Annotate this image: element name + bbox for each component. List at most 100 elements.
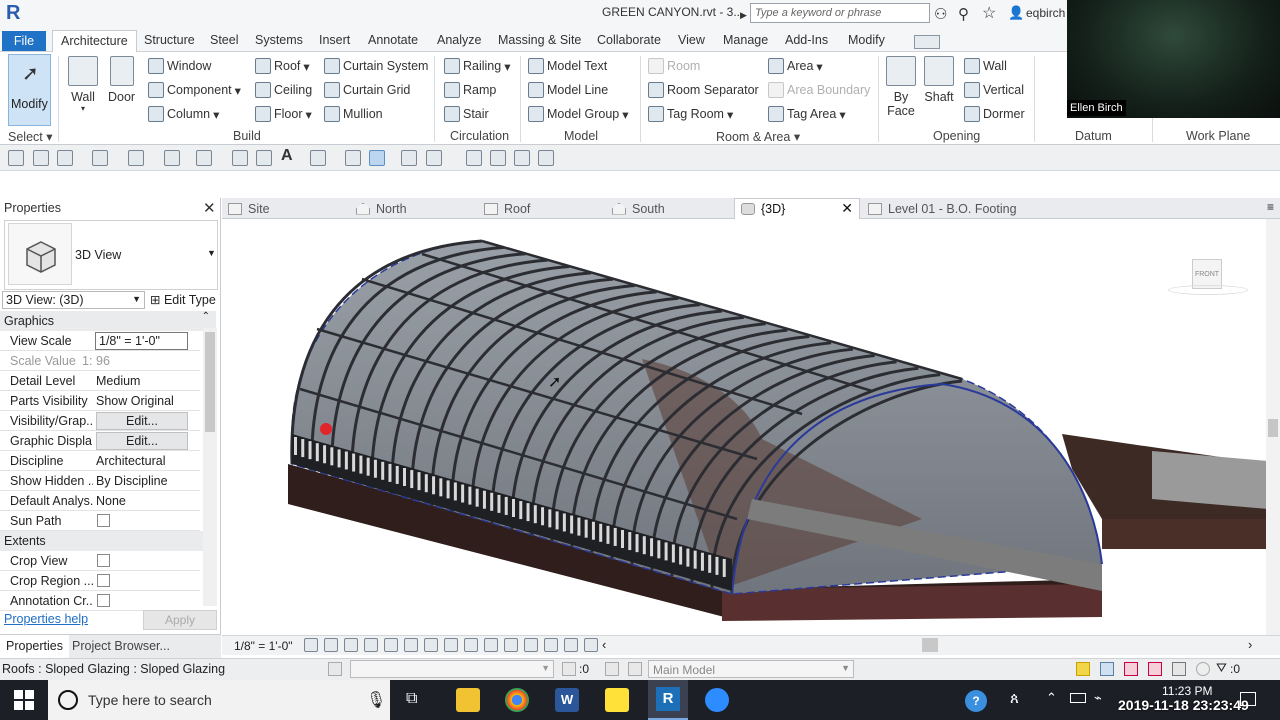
subscription-icon[interactable]: ⚲ — [958, 5, 969, 23]
revit-taskbar-button[interactable]: R — [648, 680, 688, 720]
user-name[interactable]: eqbirch — [1026, 6, 1065, 20]
tab-file[interactable]: File — [2, 31, 46, 51]
microphone-icon[interactable]: 🎙 — [366, 690, 386, 710]
tab-manage[interactable]: Manage — [721, 32, 770, 52]
temporary-view-icon[interactable] — [584, 638, 598, 652]
tab-view[interactable]: View — [676, 32, 707, 52]
editable-only-icon[interactable] — [562, 662, 576, 676]
taskbar-search-box[interactable]: Type here to search 🎙 — [48, 680, 390, 720]
curtain-grid-button[interactable]: Curtain Grid — [324, 80, 410, 100]
3d-view-canvas[interactable]: ➚ FRONT — [222, 219, 1268, 635]
tab-menu-icon[interactable]: ≡ — [1267, 200, 1274, 214]
ribbon-toggle-icon[interactable] — [914, 35, 940, 49]
task-view-icon[interactable]: ⧉ — [406, 690, 417, 708]
show-crop-icon[interactable] — [424, 638, 438, 652]
people-icon[interactable]: ጰ — [1010, 690, 1019, 707]
by-face-button[interactable]: By Face — [886, 56, 916, 118]
scroll-left-icon[interactable]: ‹ — [602, 637, 606, 652]
model-exclude-icon[interactable] — [628, 662, 642, 676]
favorites-star-icon[interactable]: ☆ — [982, 3, 996, 23]
drag-elements-icon[interactable] — [1172, 662, 1186, 676]
grid-icon[interactable] — [490, 150, 506, 166]
property-row[interactable]: View Scale 1/8" = 1'-0" — [0, 331, 200, 351]
binoculars-icon[interactable]: ⚇ — [934, 5, 947, 23]
revit-logo[interactable]: R — [6, 2, 20, 25]
tab-add-ins[interactable]: Add-Ins — [783, 32, 830, 52]
shaft-button[interactable]: Shaft — [924, 56, 954, 104]
room-button[interactable]: Room — [648, 56, 700, 76]
horizontal-scrollbar-thumb[interactable] — [922, 638, 938, 652]
properties-scrollbar[interactable] — [203, 328, 217, 606]
view-tab-level-01[interactable]: Level 01 - B.O. Footing — [862, 198, 1052, 219]
thin-lines-icon[interactable] — [369, 150, 385, 166]
worksets-icon[interactable] — [328, 662, 342, 676]
shadows-icon[interactable] — [364, 638, 378, 652]
vertical-opening-button[interactable]: Vertical — [964, 80, 1024, 100]
select-dropdown[interactable]: Select ▾ — [8, 129, 53, 144]
tag-area-button[interactable]: Tag Area ▾ — [768, 104, 846, 124]
property-row[interactable]: Parts Visibility Show Original — [0, 391, 200, 411]
properties-help-link[interactable]: Properties help — [4, 612, 88, 626]
property-row[interactable]: Detail Level Medium — [0, 371, 200, 391]
stair-button[interactable]: Stair — [444, 104, 489, 124]
component-button[interactable]: Component ▾ — [148, 80, 241, 100]
file-explorer-icon[interactable] — [456, 688, 480, 712]
tab-systems[interactable]: Systems — [253, 32, 305, 52]
model-text-button[interactable]: Model Text — [528, 56, 607, 76]
floor-button[interactable]: Floor ▾ — [255, 104, 312, 124]
notifications-icon[interactable] — [1240, 692, 1256, 706]
align-icon[interactable] — [466, 150, 482, 166]
ceiling-button[interactable]: Ceiling — [255, 80, 312, 100]
wall-button[interactable]: Wall ▾ — [68, 56, 98, 113]
apply-button[interactable]: Apply — [143, 610, 217, 630]
tab-insert[interactable]: Insert — [317, 32, 352, 52]
annotation-crop-checkbox[interactable] — [97, 594, 110, 607]
help-icon[interactable]: ? — [965, 690, 987, 712]
sun-path-icon[interactable] — [344, 638, 358, 652]
select-pinned-icon[interactable] — [1124, 662, 1138, 676]
room-separator-button[interactable]: Room Separator — [648, 80, 759, 100]
highlight-displacement-icon[interactable] — [524, 638, 538, 652]
tab-structure[interactable]: Structure — [142, 32, 197, 52]
select-by-face-icon[interactable] — [1148, 662, 1162, 676]
property-row[interactable]: Show Hidden ... By Discipline — [0, 471, 200, 491]
area-button[interactable]: Area ▾ — [768, 56, 823, 76]
text-icon[interactable]: A — [281, 147, 293, 165]
section-icon[interactable] — [345, 150, 361, 166]
temp-hide-icon[interactable] — [464, 638, 478, 652]
reveal-constraints-icon[interactable] — [544, 638, 558, 652]
reveal-hidden-icon[interactable] — [484, 638, 498, 652]
area-boundary-button[interactable]: Area Boundary — [768, 80, 870, 100]
measure-icon[interactable] — [196, 150, 212, 166]
select-underlay-icon[interactable] — [1100, 662, 1114, 676]
analytical-icon[interactable] — [504, 638, 518, 652]
chevron-up-icon[interactable]: ⌃ — [1046, 690, 1057, 706]
zoom-icon[interactable] — [705, 688, 729, 712]
dormer-button[interactable]: Dormer — [964, 104, 1025, 124]
close-hidden-windows-icon[interactable] — [401, 150, 417, 166]
window-button[interactable]: Window — [148, 56, 211, 76]
crop-view-checkbox[interactable] — [97, 554, 110, 567]
roof-sloped-glazing[interactable] — [290, 239, 1103, 595]
switch-windows-icon[interactable] — [426, 150, 442, 166]
sync-icon[interactable] — [57, 150, 73, 166]
tab-properties[interactable]: Properties — [0, 635, 69, 658]
workset-select[interactable]: ▼ — [350, 660, 554, 678]
view-tab-south[interactable]: South — [606, 198, 732, 219]
visual-style-icon[interactable] — [324, 638, 338, 652]
view-tab-3d[interactable]: {3D} ✕ — [734, 198, 860, 219]
word-icon[interactable]: W — [555, 688, 579, 712]
column-button[interactable]: Column ▾ — [148, 104, 219, 124]
graphic-display-edit-button[interactable]: Edit... — [96, 432, 188, 450]
help-search-input[interactable]: Type a keyword or phrase — [750, 3, 930, 23]
tab-massing-site[interactable]: Massing & Site — [496, 32, 583, 52]
crop-region-checkbox[interactable] — [97, 574, 110, 587]
graphics-section-header[interactable]: Graphics ⌃ — [0, 311, 216, 331]
close-icon[interactable]: ✕ — [203, 199, 216, 217]
type-selector[interactable]: 3D View ▼ — [4, 220, 218, 290]
rendering-icon[interactable] — [384, 638, 398, 652]
select-links-icon[interactable] — [1076, 662, 1090, 676]
user-icon[interactable]: 👤 — [1008, 5, 1024, 21]
tab-annotate[interactable]: Annotate — [366, 32, 420, 52]
view-tab-roof[interactable]: Roof — [478, 198, 604, 219]
